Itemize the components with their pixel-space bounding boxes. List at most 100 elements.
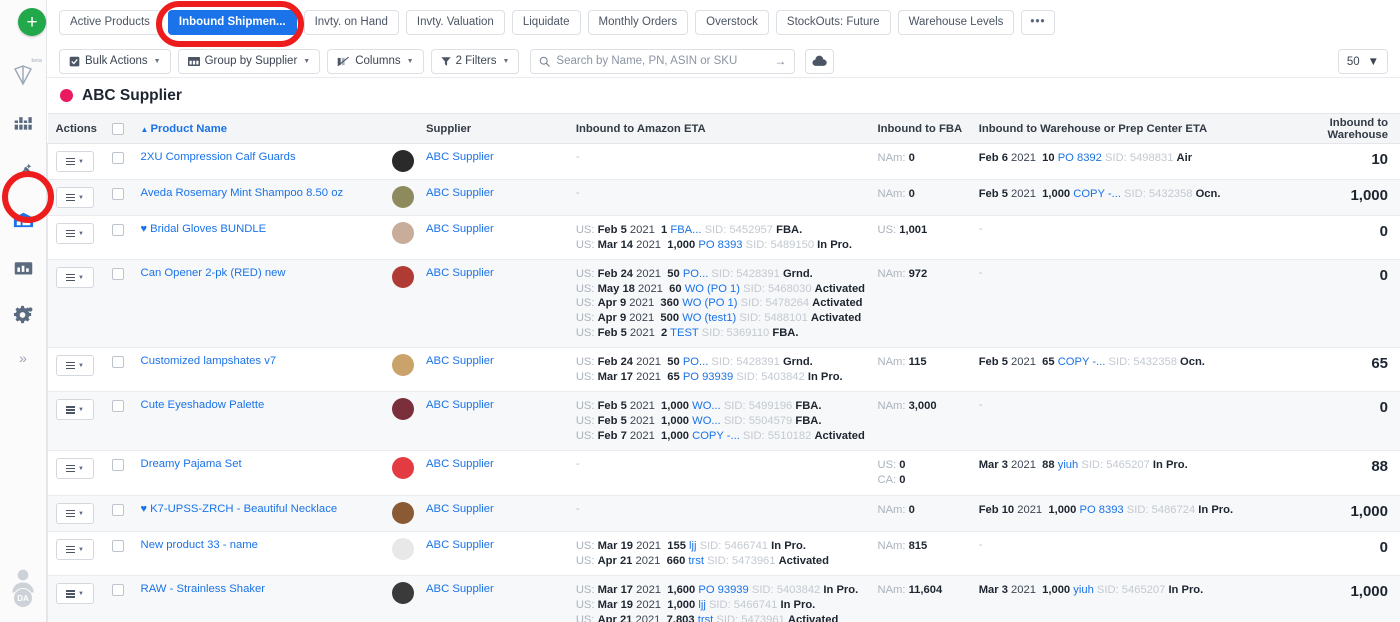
shipment-link[interactable]: yiuh <box>1058 459 1079 471</box>
shipment-link[interactable]: COPY -... <box>1073 188 1121 200</box>
tab-invty-on-hand[interactable]: Invty. on Hand <box>304 10 399 35</box>
supplier-link[interactable]: ABC Supplier <box>426 355 494 367</box>
supplier-link[interactable]: ABC Supplier <box>426 151 494 163</box>
tab-invty-valuation[interactable]: Invty. Valuation <box>406 10 505 35</box>
row-checkbox[interactable] <box>112 152 124 164</box>
shipment-link[interactable]: PO... <box>683 356 709 368</box>
row-actions-button[interactable]: ▼ <box>56 151 94 172</box>
product-name-link[interactable]: Dreamy Pajama Set <box>141 458 242 470</box>
table-row[interactable]: ▼ Aveda Rosemary Mint Shampoo 8.50 oz ABC … <box>48 180 1400 216</box>
shipment-link[interactable]: trst <box>698 614 714 622</box>
shipment-link[interactable]: PO 8392 <box>1058 152 1102 164</box>
product-name-link[interactable]: Aveda Rosemary Mint Shampoo 8.50 oz <box>141 187 344 199</box>
export-button[interactable] <box>805 49 834 74</box>
sidebar-item-warehouse[interactable] <box>6 202 40 236</box>
product-name-link[interactable]: New product 33 - name <box>141 539 258 551</box>
supplier-link[interactable]: ABC Supplier <box>426 267 494 279</box>
product-name-link[interactable]: Bridal Gloves BUNDLE <box>150 223 266 235</box>
shipment-link[interactable]: PO 93939 <box>683 371 733 383</box>
supplier-link[interactable]: ABC Supplier <box>426 399 494 411</box>
row-checkbox[interactable] <box>112 356 124 368</box>
header-inbound-fba[interactable]: Inbound to FBA <box>869 114 970 144</box>
shipment-link[interactable]: trst <box>688 555 704 567</box>
select-all-checkbox[interactable] <box>112 123 124 135</box>
page-size-selector[interactable]: 50 ▼ <box>1338 49 1388 74</box>
shipment-link[interactable]: WO... <box>692 415 721 427</box>
favorite-heart-icon[interactable]: ♥ <box>141 503 148 515</box>
row-actions-button[interactable]: ▼ <box>56 399 94 420</box>
row-actions-button[interactable]: ▼ <box>56 539 94 560</box>
row-checkbox[interactable] <box>112 584 124 596</box>
tab-monthly-orders[interactable]: Monthly Orders <box>588 10 689 35</box>
supplier-link[interactable]: ABC Supplier <box>426 539 494 551</box>
table-row[interactable]: ▼New product 33 - nameABC SupplierUS: Ma… <box>48 532 1400 576</box>
shipment-link[interactable]: COPY -... <box>692 430 740 442</box>
product-name-link[interactable]: Can Opener 2-pk (RED) new <box>141 267 286 279</box>
shipment-link[interactable]: WO (test1) <box>682 312 736 324</box>
filters-button[interactable]: 2 Filters ▼ <box>431 49 520 74</box>
table-row[interactable]: ▼Customized lampshates v7ABC SupplierUS:… <box>48 348 1400 392</box>
sidebar-expand-icon[interactable]: » <box>6 350 40 366</box>
tab-warehouse-levels[interactable]: Warehouse Levels <box>898 10 1015 35</box>
sidebar-item-dashboard[interactable] <box>6 106 40 140</box>
product-name-link[interactable]: Cute Eyeshadow Palette <box>141 399 265 411</box>
supplier-link[interactable]: ABC Supplier <box>426 223 494 235</box>
supplier-link[interactable]: ABC Supplier <box>426 458 494 470</box>
tab-liquidate[interactable]: Liquidate <box>512 10 581 35</box>
supplier-link[interactable]: ABC Supplier <box>426 583 494 595</box>
shipment-link[interactable]: WO... <box>692 400 721 412</box>
shipment-link[interactable]: COPY -... <box>1058 356 1106 368</box>
product-name-link[interactable]: 2XU Compression Calf Guards <box>141 151 296 163</box>
tab-inbound-shipments[interactable]: Inbound Shipmen... <box>168 10 297 35</box>
row-checkbox[interactable] <box>112 188 124 200</box>
header-inbound-warehouse-eta[interactable]: Inbound to Warehouse or Prep Center ETA <box>971 114 1283 144</box>
row-checkbox[interactable] <box>112 540 124 552</box>
shipment-link[interactable]: WO (PO 1) <box>685 283 740 295</box>
header-select-all[interactable] <box>104 114 132 144</box>
shipment-link[interactable]: ljj <box>689 540 696 552</box>
row-checkbox[interactable] <box>112 268 124 280</box>
row-checkbox[interactable] <box>112 459 124 471</box>
table-row[interactable]: ▼Can Opener 2-pk (RED) newABC SupplierUS… <box>48 260 1400 348</box>
row-actions-button[interactable]: ▼ <box>56 458 94 479</box>
row-actions-button[interactable]: ▼ <box>56 223 94 244</box>
table-row[interactable]: ▼Cute Eyeshadow PaletteABC SupplierUS: F… <box>48 392 1400 451</box>
header-product-name[interactable]: ▲Product Name <box>133 114 418 144</box>
product-name-link[interactable]: K7-UPSS-ZRCH - Beautiful Necklace <box>150 503 337 515</box>
row-actions-button[interactable]: ▼ <box>56 267 94 288</box>
favorite-heart-icon[interactable]: ♥ <box>141 223 148 235</box>
avatar[interactable]: DA <box>8 565 38 608</box>
shipment-link[interactable]: TEST <box>670 327 698 339</box>
shipment-link[interactable]: ljj <box>698 599 705 611</box>
tab-stockouts-future[interactable]: StockOuts: Future <box>776 10 891 35</box>
supplier-link[interactable]: ABC Supplier <box>426 503 494 515</box>
table-row[interactable]: ▼♥Bridal Gloves BUNDLEABC SupplierUS: Fe… <box>48 216 1400 260</box>
sidebar-item-magic-wand[interactable] <box>6 154 40 188</box>
table-row[interactable]: ▼ ♥K7-UPSS-ZRCH - Beautiful Necklace ABC S… <box>48 496 1400 532</box>
shipment-link[interactable]: PO 8393 <box>698 239 742 251</box>
search-box[interactable]: → <box>530 49 795 74</box>
shipment-link[interactable]: PO... <box>683 268 709 280</box>
tab-active-products[interactable]: Active Products <box>59 10 161 35</box>
row-actions-button[interactable]: ▼ <box>56 355 94 376</box>
tab-overstock[interactable]: Overstock <box>695 10 769 35</box>
search-submit-icon[interactable]: → <box>774 54 786 68</box>
shipment-link[interactable]: PO 93939 <box>698 584 748 596</box>
supplier-link[interactable]: ABC Supplier <box>426 187 494 199</box>
header-supplier[interactable]: Supplier <box>418 114 568 144</box>
group-by-supplier-button[interactable]: Group by Supplier ▼ <box>178 49 321 74</box>
table-row[interactable]: ▼RAW - Strainless ShakerABC SupplierUS: … <box>48 576 1400 622</box>
shipment-link[interactable]: FBA... <box>670 224 701 236</box>
product-name-link[interactable]: RAW - Strainless Shaker <box>141 583 266 595</box>
shipment-link[interactable]: yiuh <box>1073 584 1094 596</box>
row-actions-button[interactable]: ▼ <box>56 583 94 604</box>
bulk-actions-button[interactable]: Bulk Actions ▼ <box>59 49 171 74</box>
sidebar-item-analytics[interactable] <box>6 250 40 284</box>
shipment-link[interactable]: WO (PO 1) <box>682 297 737 309</box>
row-actions-button[interactable]: ▼ <box>56 187 94 208</box>
row-checkbox[interactable] <box>112 224 124 236</box>
header-inbound-warehouse[interactable]: Inbound to Warehouse <box>1283 114 1400 144</box>
row-actions-button[interactable]: ▼ <box>56 503 94 524</box>
sidebar-item-settings[interactable] <box>6 298 40 332</box>
product-name-link[interactable]: Customized lampshates v7 <box>141 355 277 367</box>
